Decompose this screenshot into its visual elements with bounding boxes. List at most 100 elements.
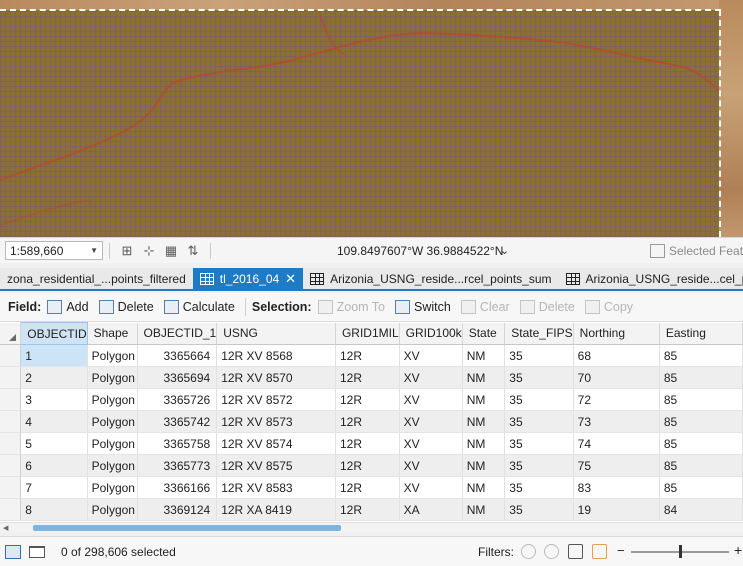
table-cell[interactable]: 35 bbox=[504, 476, 574, 499]
close-icon[interactable]: ✕ bbox=[285, 271, 296, 287]
table-cell[interactable]: Polygon bbox=[87, 476, 138, 499]
tab-tl-2016-04[interactable]: tl_2016_04 ✕ bbox=[192, 268, 304, 289]
table-cell[interactable]: NM bbox=[462, 498, 506, 521]
table-cell[interactable]: 3369124 bbox=[137, 498, 218, 521]
tab-usng-points-sum[interactable]: Arizonia_USNG_reside...rcel_points_sum bbox=[303, 268, 558, 289]
table-cell[interactable]: Polygon bbox=[87, 388, 138, 411]
zoom-out-icon[interactable]: − bbox=[617, 543, 625, 558]
table-cell[interactable]: 12R bbox=[335, 476, 400, 499]
row-header[interactable] bbox=[0, 388, 22, 411]
table-cell[interactable]: 85 bbox=[659, 410, 743, 433]
time-filter-icon[interactable] bbox=[521, 544, 536, 559]
table-cell[interactable]: XV bbox=[399, 344, 463, 367]
table-cell[interactable]: XV bbox=[399, 388, 463, 411]
column-header-state-fips[interactable]: State_FIPS bbox=[504, 322, 574, 345]
table-row[interactable]: 4 Polygon 3365742 12R XV 8573 12R XV NM 35 73 85 bbox=[0, 410, 743, 433]
column-header-objectid-1[interactable]: OBJECTID_1 bbox=[137, 322, 218, 345]
table-cell[interactable]: 8 bbox=[20, 498, 88, 521]
table-cell[interactable]: 72 bbox=[573, 388, 660, 411]
table-cell[interactable]: XV bbox=[399, 454, 463, 477]
tab-points-filtered[interactable]: zona_residential_...points_filtered bbox=[0, 268, 193, 289]
table-cell[interactable]: 12R XA 8419 bbox=[216, 498, 336, 521]
row-header[interactable] bbox=[0, 454, 22, 477]
table-cell[interactable]: 3366166 bbox=[137, 476, 218, 499]
table-cell[interactable]: 35 bbox=[504, 410, 574, 433]
table-cell[interactable]: 35 bbox=[504, 498, 574, 521]
table-row[interactable]: 2 Polygon 3365694 12R XV 8570 12R XV NM 35 70 85 bbox=[0, 366, 743, 389]
scroll-left-icon[interactable]: ◀ bbox=[3, 524, 8, 532]
table-cell[interactable]: 12R bbox=[335, 410, 400, 433]
row-header[interactable] bbox=[0, 498, 22, 521]
snapping-icon[interactable]: ⊞ bbox=[119, 243, 135, 259]
column-header-grid100k[interactable]: GRID100k bbox=[399, 322, 463, 345]
scale-dropdown[interactable]: 1:589,660 ▼ bbox=[5, 241, 103, 260]
map-view[interactable] bbox=[0, 0, 743, 237]
table-row[interactable]: 3 Polygon 3365726 12R XV 8572 12R XV NM 35 72 85 bbox=[0, 388, 743, 411]
calculate-field-button[interactable]: Calculate bbox=[163, 300, 235, 314]
horizontal-scrollbar[interactable]: ◀ bbox=[0, 522, 743, 532]
table-cell[interactable]: 4 bbox=[20, 410, 88, 433]
table-cell[interactable]: 3365694 bbox=[137, 366, 218, 389]
coordinate-format-dropdown[interactable]: ⌄ bbox=[500, 244, 509, 257]
table-cell[interactable]: 3365726 bbox=[137, 388, 218, 411]
table-cell[interactable]: NM bbox=[462, 344, 506, 367]
table-row[interactable]: 7 Polygon 3366166 12R XV 8583 12R XV NM 35 83 85 bbox=[0, 476, 743, 499]
delete-selection-button[interactable]: Delete bbox=[519, 300, 575, 314]
column-header-state[interactable]: State bbox=[462, 322, 506, 345]
delete-field-button[interactable]: Delete bbox=[98, 300, 154, 314]
table-cell[interactable]: 35 bbox=[504, 366, 574, 389]
table-cell[interactable]: 12R XV 8573 bbox=[216, 410, 336, 433]
zoom-slider-thumb[interactable] bbox=[679, 545, 682, 558]
attribute-table[interactable]: OBJECTID Shape OBJECTID_1 USNG GRID1MIL … bbox=[0, 322, 743, 522]
grid-settings-icon[interactable]: ⊹ bbox=[141, 243, 157, 259]
table-cell[interactable]: 3365742 bbox=[137, 410, 218, 433]
table-row[interactable]: 6 Polygon 3365773 12R XV 8575 12R XV NM 35 75 85 bbox=[0, 454, 743, 477]
table-cell[interactable]: 3 bbox=[20, 388, 88, 411]
table-cell[interactable]: NM bbox=[462, 410, 506, 433]
table-cell[interactable]: 12R bbox=[335, 344, 400, 367]
table-cell[interactable]: XV bbox=[399, 432, 463, 455]
table-cell[interactable]: NM bbox=[462, 476, 506, 499]
table-row[interactable]: 8 Polygon 3369124 12R XA 8419 12R XA NM 35 19 84 bbox=[0, 498, 743, 521]
column-header-objectid[interactable]: OBJECTID bbox=[20, 322, 88, 345]
table-cell[interactable]: 3365758 bbox=[137, 432, 218, 455]
clear-selection-button[interactable]: Clear bbox=[460, 300, 510, 314]
table-cell[interactable]: Polygon bbox=[87, 454, 138, 477]
table-cell[interactable]: Polygon bbox=[87, 498, 138, 521]
tab-usng-points[interactable]: Arizonia_USNG_reside...cel_po bbox=[559, 268, 743, 289]
table-cell[interactable]: 12R bbox=[335, 388, 400, 411]
selected-features-button[interactable]: Selected Featu bbox=[650, 243, 743, 258]
column-header-grid1mil[interactable]: GRID1MIL bbox=[335, 322, 400, 345]
table-cell[interactable]: 12R XV 8570 bbox=[216, 366, 336, 389]
table-row[interactable]: 5 Polygon 3365758 12R XV 8574 12R XV NM 35 74 85 bbox=[0, 432, 743, 455]
table-cell[interactable]: 6 bbox=[20, 454, 88, 477]
table-cell[interactable]: XV bbox=[399, 366, 463, 389]
table-cell[interactable]: 12R bbox=[335, 454, 400, 477]
table-cell[interactable]: 7 bbox=[20, 476, 88, 499]
table-cell[interactable]: 70 bbox=[573, 366, 660, 389]
range-filter-icon[interactable] bbox=[544, 544, 559, 559]
table-row[interactable]: 1 Polygon 3365664 12R XV 8568 12R XV NM 35 68 85 bbox=[0, 344, 743, 367]
table-cell[interactable]: XV bbox=[399, 476, 463, 499]
definition-query-icon[interactable] bbox=[592, 544, 607, 559]
table-cell[interactable]: Polygon bbox=[87, 344, 138, 367]
table-cell[interactable]: 85 bbox=[659, 344, 743, 367]
table-cell[interactable]: 35 bbox=[504, 454, 574, 477]
table-cell[interactable]: 85 bbox=[659, 432, 743, 455]
table-cell[interactable]: Polygon bbox=[87, 410, 138, 433]
row-header[interactable] bbox=[0, 410, 22, 433]
table-cell[interactable]: 75 bbox=[573, 454, 660, 477]
table-cell[interactable]: 12R XV 8583 bbox=[216, 476, 336, 499]
add-field-button[interactable]: Add bbox=[47, 300, 89, 314]
table-cell[interactable]: 5 bbox=[20, 432, 88, 455]
filter-by-extent-icon[interactable] bbox=[568, 544, 583, 559]
table-cell[interactable]: 73 bbox=[573, 410, 660, 433]
table-cell[interactable]: XA bbox=[399, 498, 463, 521]
zoom-to-button[interactable]: Zoom To bbox=[317, 300, 385, 314]
column-header-shape[interactable]: Shape bbox=[87, 322, 138, 345]
row-header[interactable] bbox=[0, 432, 22, 455]
table-cell[interactable]: 12R bbox=[335, 366, 400, 389]
table-cell[interactable]: 12R XV 8575 bbox=[216, 454, 336, 477]
table-cell[interactable]: 12R XV 8574 bbox=[216, 432, 336, 455]
table-cell[interactable]: 1 bbox=[20, 344, 88, 367]
